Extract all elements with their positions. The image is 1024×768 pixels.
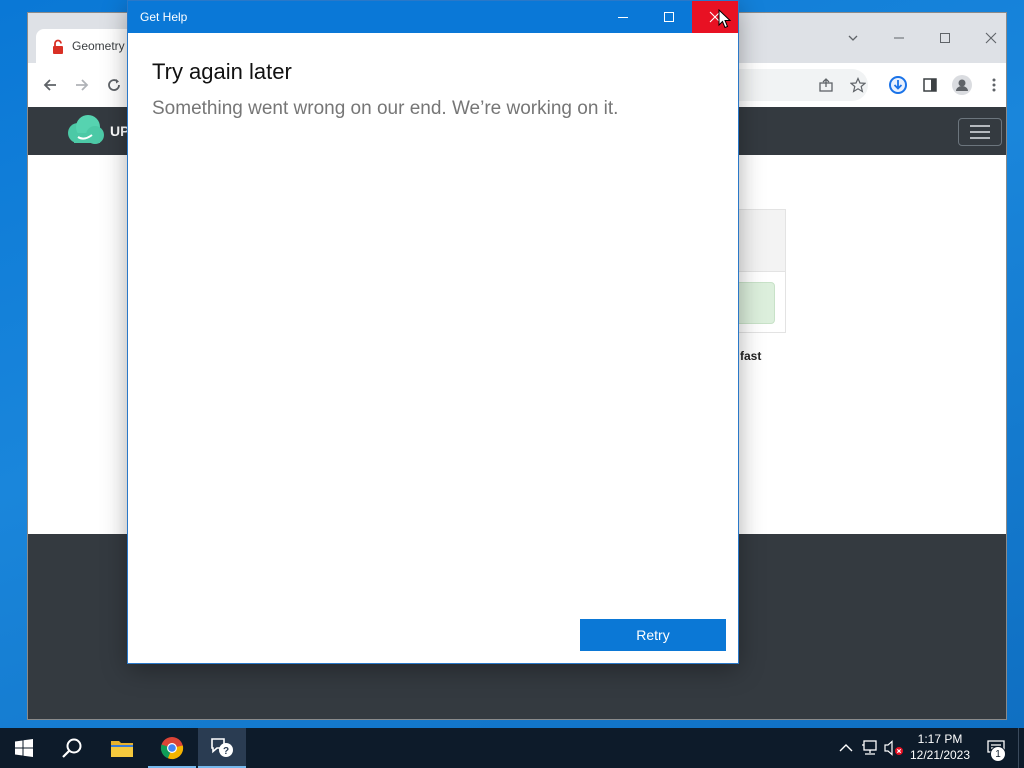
dialog-heading: Try again later [152,59,292,84]
minimize-icon [617,11,629,23]
arrow-right-icon [74,77,90,93]
file-explorer-icon [110,738,134,758]
hamburger-menu-icon [969,124,991,140]
dialog-titlebar: Get Help [128,1,738,33]
clock-time: 1:17 PM [917,732,963,746]
reload-icon [106,77,122,93]
get-help-icon: ? [209,736,235,760]
browser-tab-title: Geometry [72,39,125,53]
taskbar-get-help[interactable]: ? [198,728,246,768]
site-logo-text[interactable]: UP [110,123,129,139]
start-icon [15,739,33,757]
browser-minimize-button[interactable] [876,23,922,53]
minimize-icon [893,32,905,44]
chrome-icon [160,736,184,760]
profile-button[interactable] [948,71,976,99]
maximize-icon [939,32,951,44]
taskbar: ? 1:17 PM 12/21/2023 1 [0,728,1024,768]
back-button[interactable] [36,71,64,99]
clock-date: 12/21/2023 [909,748,971,762]
dialog-minimize-button[interactable] [600,1,646,33]
volume-button[interactable] [884,738,904,758]
share-icon [818,77,834,93]
download-icon [888,75,908,95]
mouse-pointer-icon [718,9,732,29]
insecure-lock-icon [50,39,66,55]
star-icon [850,77,866,93]
side-panel-button[interactable] [916,71,944,99]
navbar-toggle-button[interactable] [958,118,1002,146]
card-caption: fast [740,349,762,363]
start-button[interactable] [0,728,48,768]
maximize-icon [663,11,675,23]
show-hidden-icons-button[interactable] [836,738,856,758]
dialog-title: Get Help [140,10,188,24]
browser-menu-button[interactable] [980,71,1006,99]
downloads-button[interactable] [884,71,912,99]
chevron-down-icon [847,32,859,44]
browser-close-button[interactable] [968,23,1006,53]
volume-muted-icon [884,740,904,756]
get-help-dialog: Get Help Try again later Something went … [128,1,738,663]
taskbar-clock[interactable]: 1:17 PM 12/21/2023 [902,731,978,765]
network-icon [861,740,879,756]
taskbar-file-explorer[interactable] [98,728,146,768]
chevron-up-icon [839,743,853,753]
avatar-icon [951,74,973,96]
tab-search-button[interactable] [830,23,876,53]
taskbar-search-button[interactable] [48,728,96,768]
reload-button[interactable] [100,71,128,99]
forward-button[interactable] [68,71,96,99]
browser-maximize-button[interactable] [922,23,968,53]
side-panel-icon [922,77,938,93]
dialog-maximize-button[interactable] [646,1,692,33]
arrow-left-icon [42,77,58,93]
svg-text:?: ? [223,746,229,757]
cloud-logo-icon[interactable] [64,113,106,149]
dialog-message: Something went wrong on our end. We’re w… [152,98,619,119]
bookmark-button[interactable] [844,71,872,99]
notification-count-badge: 1 [990,746,1006,762]
close-icon [985,32,997,44]
share-button[interactable] [812,71,840,99]
retry-button[interactable]: Retry [580,619,726,651]
network-status-button[interactable] [860,738,880,758]
more-vertical-icon [986,77,1002,93]
taskbar-chrome[interactable] [148,728,196,768]
show-desktop-button[interactable] [1018,728,1024,768]
search-icon [61,737,83,759]
